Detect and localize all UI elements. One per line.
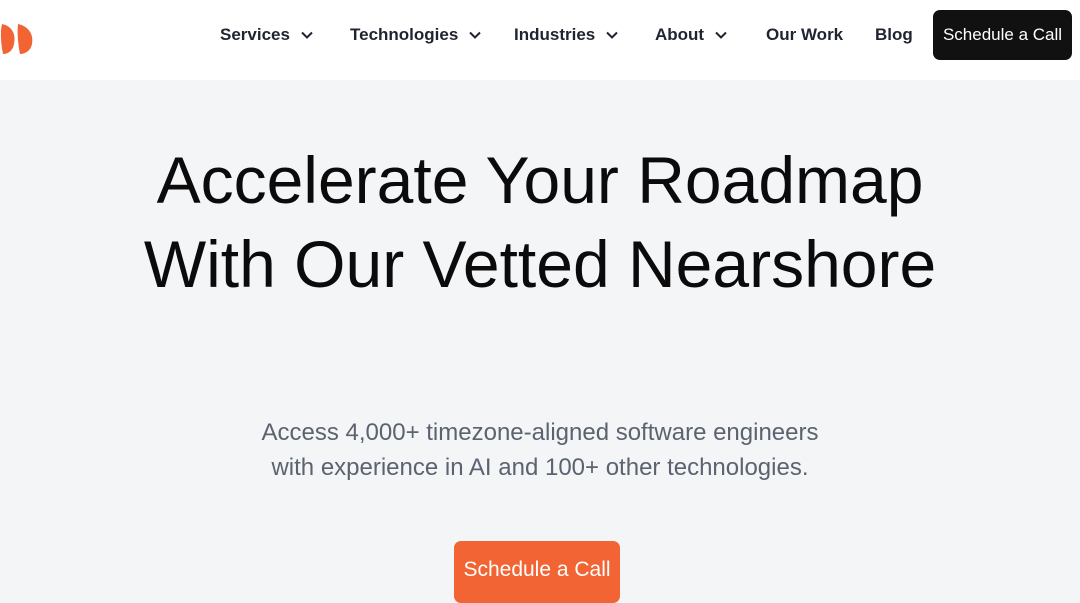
nav-item-label: Blog — [875, 25, 913, 44]
header-schedule-call-button[interactable]: Schedule a Call — [933, 10, 1072, 60]
hero-title-line: With Our Vetted Nearshore — [143, 227, 937, 301]
nav-item-label: About — [655, 25, 705, 44]
hero-subtitle: Access 4,000+ timezone-aligned software … — [0, 415, 1080, 485]
nav-item-services[interactable]: Services — [220, 23, 314, 47]
nav-item-about[interactable]: About — [655, 23, 728, 47]
hero-subtitle-line: Access 4,000+ timezone-aligned software … — [261, 419, 819, 446]
nav-item-our-work[interactable]: Our Work — [766, 23, 843, 47]
chevron-down-icon — [301, 31, 313, 39]
chevron-down-icon — [606, 31, 618, 39]
nav-item-label: Our Work — [766, 25, 844, 44]
hero-title: Accelerate Your Roadmap With Our Vetted … — [0, 138, 1080, 306]
hero-subtitle-line: with experience in AI and 100+ other tec… — [271, 454, 809, 481]
nav-item-label: Technologies — [350, 25, 459, 44]
nav-item-blog[interactable]: Blog — [875, 23, 913, 47]
nav-item-label: Industries — [514, 25, 596, 44]
nav-item-label: Services — [220, 25, 290, 44]
nav-item-technologies[interactable]: Technologies — [350, 23, 482, 47]
chevron-down-icon — [469, 31, 482, 39]
site-header: Services Technologies Industries About O… — [0, 0, 1080, 80]
brand-logo-icon[interactable] — [0, 22, 40, 56]
hero-title-line: Accelerate Your Roadmap — [156, 143, 924, 217]
chevron-down-icon — [715, 31, 727, 39]
hero-schedule-call-button[interactable]: Schedule a Call — [454, 541, 620, 603]
nav-item-industries[interactable]: Industries — [514, 23, 619, 47]
